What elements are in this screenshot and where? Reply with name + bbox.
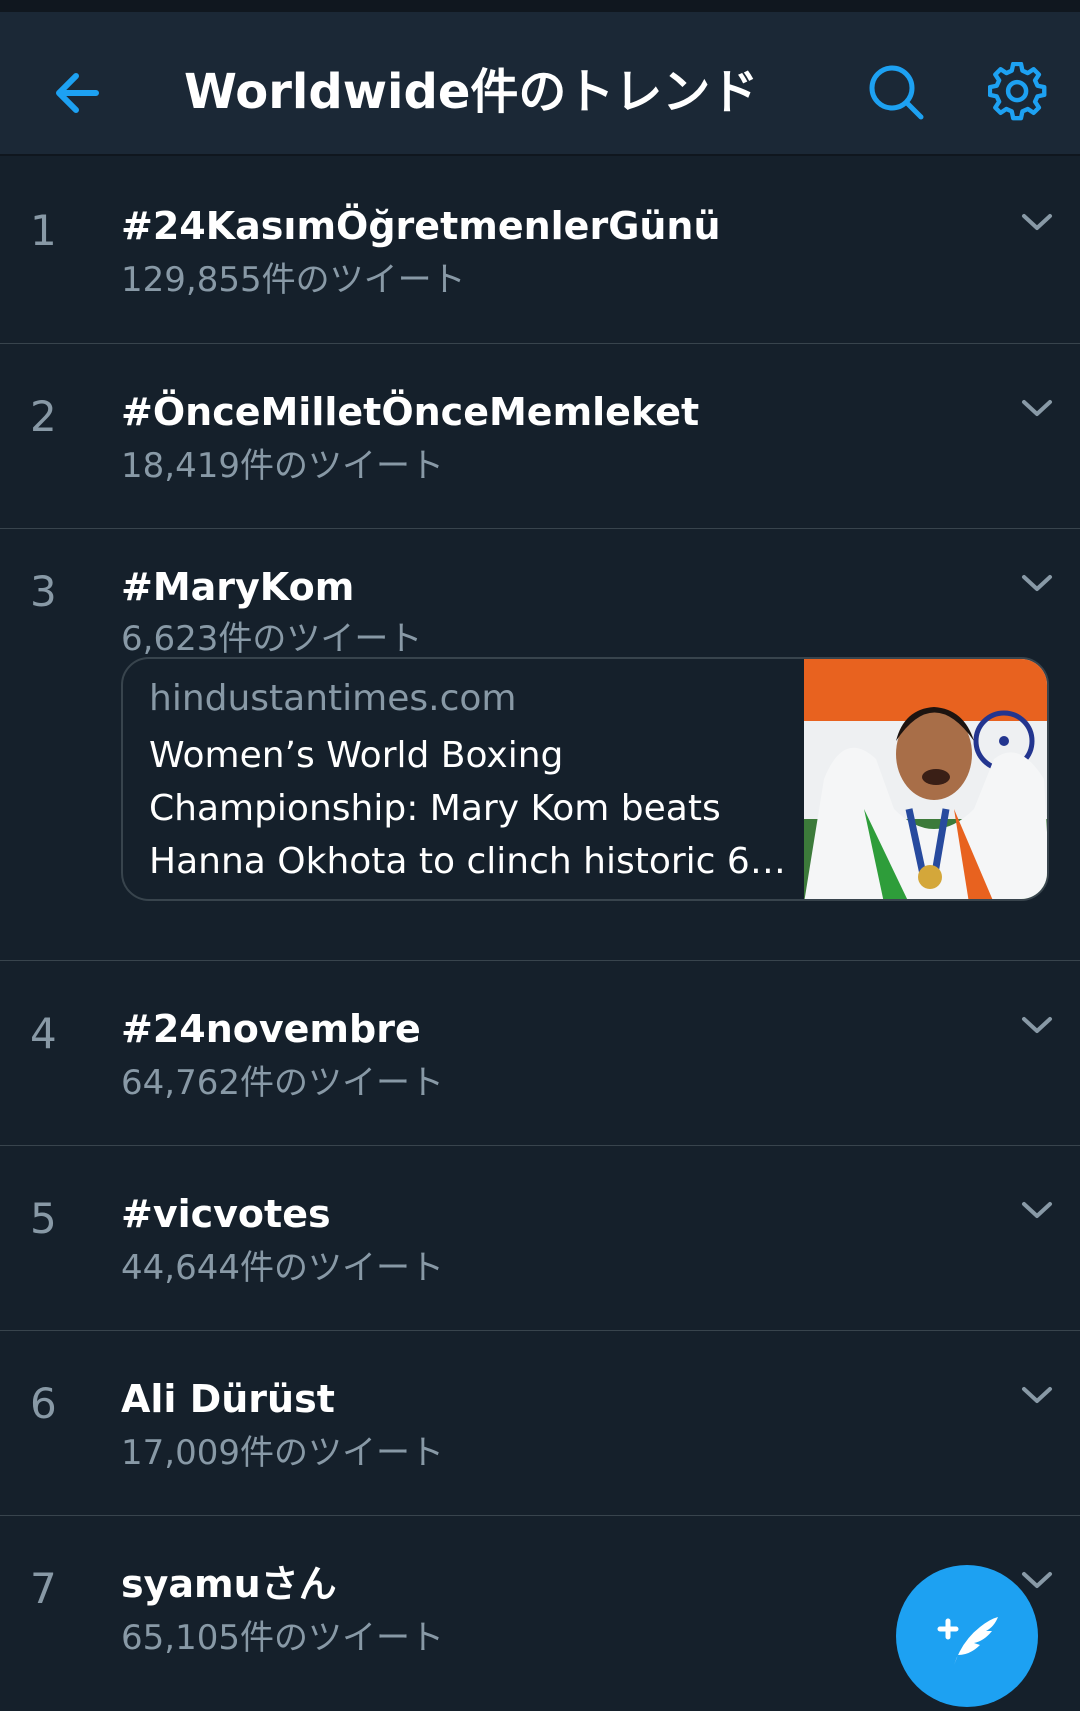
trend-tweet-count: 44,644件のツイート bbox=[121, 1248, 444, 1288]
news-card[interactable]: hindustantimes.com Women’s World Boxing … bbox=[121, 657, 1049, 901]
chevron-down-icon[interactable] bbox=[1020, 1198, 1054, 1222]
chevron-down-icon[interactable] bbox=[1020, 210, 1054, 234]
gear-icon bbox=[987, 61, 1047, 121]
trend-rank: 5 bbox=[30, 1194, 57, 1243]
trend-name: #24novembre bbox=[121, 1007, 421, 1051]
news-card-headline-line: Hanna Okhota to clinch historic 6… bbox=[149, 841, 786, 882]
news-card-headline-line: Championship: Mary Kom beats bbox=[149, 788, 721, 829]
trend-item[interactable]: 6 Ali Dürüst 17,009件のツイート bbox=[0, 1331, 1080, 1516]
trend-name: #ÖnceMilletÖnceMemleket bbox=[121, 390, 700, 434]
arrow-left-icon bbox=[56, 73, 99, 113]
chevron-down-icon[interactable] bbox=[1020, 571, 1054, 595]
trend-name: Ali Dürüst bbox=[121, 1377, 335, 1421]
trend-rank: 2 bbox=[30, 392, 57, 441]
trend-item[interactable]: 3 #MaryKom 6,623件のツイート hindustantimes.co… bbox=[0, 529, 1080, 961]
chevron-down-icon[interactable] bbox=[1020, 1383, 1054, 1407]
search-button[interactable] bbox=[866, 62, 926, 122]
news-card-domain: hindustantimes.com bbox=[149, 678, 517, 719]
news-card-thumbnail bbox=[804, 659, 1047, 899]
trend-item[interactable]: 5 #vicvotes 44,644件のツイート bbox=[0, 1146, 1080, 1331]
compose-tweet-button[interactable] bbox=[896, 1565, 1038, 1707]
chevron-down-icon[interactable] bbox=[1020, 396, 1054, 420]
news-card-headline: Women’s World Boxing Championship: Mary … bbox=[149, 729, 789, 888]
trend-rank: 1 bbox=[30, 206, 57, 255]
trend-rank: 4 bbox=[30, 1009, 57, 1058]
trends-list: 1 #24KasımÖğretmenlerGünü 129,855件のツイート … bbox=[0, 158, 1080, 1701]
trend-tweet-count: 65,105件のツイート bbox=[121, 1618, 444, 1658]
trend-name: syamuさん bbox=[121, 1562, 337, 1606]
trend-tweet-count: 64,762件のツイート bbox=[121, 1063, 444, 1103]
trend-rank: 7 bbox=[30, 1564, 57, 1613]
top-app-bar: Worldwide件のトレンド bbox=[0, 12, 1080, 156]
trend-tweet-count: 17,009件のツイート bbox=[121, 1433, 444, 1473]
chevron-down-icon[interactable] bbox=[1020, 1013, 1054, 1037]
back-button[interactable] bbox=[48, 62, 108, 122]
trend-tweet-count: 6,623件のツイート bbox=[121, 619, 423, 659]
page-title: Worldwide件のトレンド bbox=[184, 64, 759, 120]
trend-item[interactable]: 4 #24novembre 64,762件のツイート bbox=[0, 961, 1080, 1146]
trend-item[interactable]: 1 #24KasımÖğretmenlerGünü 129,855件のツイート bbox=[0, 158, 1080, 344]
trend-name: #24KasımÖğretmenlerGünü bbox=[121, 204, 721, 248]
trend-tweet-count: 129,855件のツイート bbox=[121, 260, 466, 300]
news-card-headline-line: Women’s World Boxing bbox=[149, 735, 564, 776]
trend-rank: 6 bbox=[30, 1379, 57, 1428]
search-icon bbox=[869, 65, 924, 120]
settings-button[interactable] bbox=[987, 61, 1048, 122]
trend-item[interactable]: 2 #ÖnceMilletÖnceMemleket 18,419件のツイート bbox=[0, 344, 1080, 529]
trend-name: #MaryKom bbox=[121, 565, 355, 609]
trend-name: #vicvotes bbox=[121, 1192, 331, 1236]
trend-rank: 3 bbox=[30, 567, 57, 616]
trend-tweet-count: 18,419件のツイート bbox=[121, 446, 444, 486]
status-bar bbox=[0, 0, 1080, 12]
compose-tweet-icon bbox=[937, 1617, 998, 1665]
